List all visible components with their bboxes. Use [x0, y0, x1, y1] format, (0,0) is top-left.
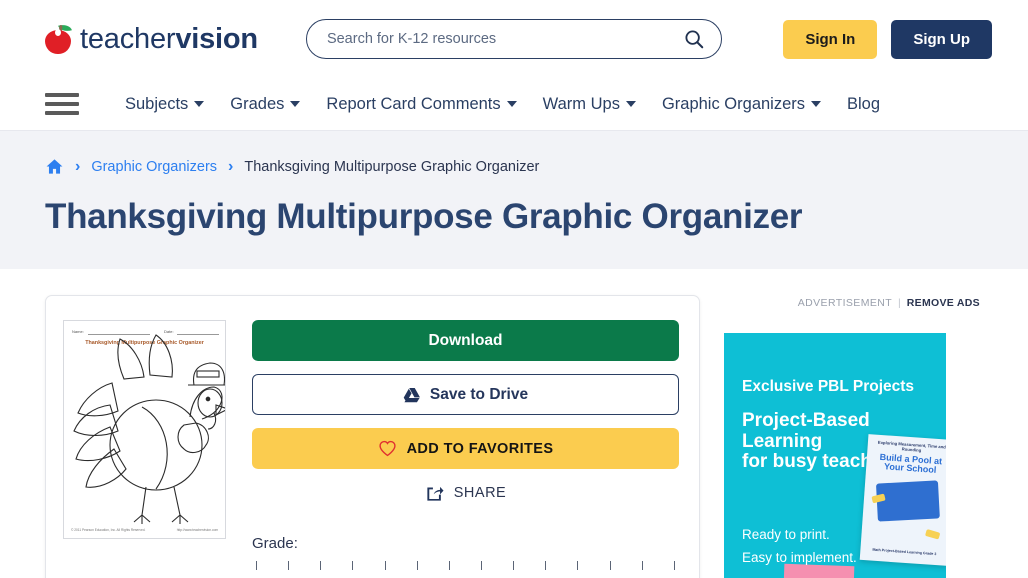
search-box[interactable] — [305, 19, 722, 59]
nav-item-warm-ups[interactable]: Warm Ups — [543, 95, 636, 114]
share-icon — [427, 486, 444, 501]
search-button[interactable] — [683, 28, 705, 50]
home-icon[interactable] — [45, 157, 64, 176]
worksheet-thumbnail[interactable]: Name: Date: Thanksgiving Multipurpose Gr… — [63, 320, 226, 539]
nav-item-report-card-comments[interactable]: Report Card Comments — [326, 94, 517, 114]
save-to-drive-label: Save to Drive — [429, 385, 529, 403]
thumbnail-footer-right: http://www.teachervision.com — [176, 528, 218, 532]
grade-label: Grade: — [252, 535, 298, 552]
nav-label: Blog — [847, 94, 881, 113]
resource-actions: Download Save to Drive ADD TO FAVORITES — [252, 320, 679, 570]
add-to-favorites-button[interactable]: ADD TO FAVORITES — [252, 428, 679, 469]
main-content: Name: Date: Thanksgiving Multipurpose Gr… — [0, 269, 1028, 578]
ad-subtext-line2: Easy to implement. — [742, 550, 857, 566]
ad-eyebrow: Exclusive PBL Projects — [742, 378, 915, 395]
breadcrumb-separator: › — [75, 157, 81, 175]
nav-label: Grades — [230, 94, 285, 113]
add-to-favorites-label: ADD TO FAVORITES — [406, 440, 554, 457]
logo-text-light: teacher — [80, 22, 176, 55]
breadcrumb-current: Thanksgiving Multipurpose Graphic Organi… — [244, 158, 540, 175]
ad-doc-footer: Math Project-Based Learning Grade 3 — [872, 548, 937, 557]
breadcrumb-band: › Graphic Organizers › Thanksgiving Mult… — [0, 130, 1028, 269]
grade-slider-ticks[interactable] — [252, 561, 679, 570]
apple-logo-icon — [45, 22, 72, 54]
nav-item-grades[interactable]: Grades — [230, 94, 301, 114]
breadcrumb: › Graphic Organizers › Thanksgiving Mult… — [45, 157, 983, 176]
hamburger-icon[interactable] — [45, 93, 79, 115]
ad-headline-line1: Project-Based — [742, 410, 870, 431]
remove-ads-link[interactable]: REMOVE ADS — [907, 297, 980, 309]
sign-in-button[interactable]: Sign In — [783, 19, 878, 59]
share-button[interactable]: SHARE — [252, 484, 679, 502]
nav-item-blog[interactable]: Blog — [847, 95, 880, 114]
ad-subtext: Ready to print. Easy to implement. — [742, 523, 857, 569]
site-logo[interactable]: teachervision — [45, 22, 258, 55]
ad-document-mockup: Exploring Measurement, Time and Rounding… — [859, 434, 946, 566]
advertisement-label: ADVERTISEMENT — [797, 297, 893, 309]
ad-subtext-line1: Ready to print. — [742, 527, 830, 542]
breadcrumb-link-graphic-organizers[interactable]: Graphic Organizers — [91, 159, 217, 175]
chevron-down-icon — [506, 101, 517, 107]
nav-label: Report Card Comments — [326, 94, 501, 113]
chevron-down-icon — [811, 101, 822, 107]
thumbnail-footer-left: © 2011 Pearson Education, Inc. All Right… — [71, 528, 146, 532]
share-label: SHARE — [453, 485, 507, 501]
nav-label: Graphic Organizers — [661, 94, 806, 113]
chevron-down-icon — [625, 101, 636, 107]
turkey-illustration — [73, 334, 225, 524]
chevron-down-icon — [194, 101, 205, 107]
site-header: teachervision Sign In Sign Up — [0, 0, 1028, 78]
auth-buttons: Sign In Sign Up — [783, 19, 992, 59]
grade-section: Grade: — [252, 535, 679, 570]
page-title: Thanksgiving Multipurpose Graphic Organi… — [45, 197, 803, 236]
google-drive-icon — [403, 387, 420, 402]
main-navigation: Subjects Grades Report Card Comments War… — [0, 78, 1028, 130]
logo-wordmark: teachervision — [80, 22, 258, 55]
chevron-down-icon — [290, 101, 301, 107]
sign-up-button[interactable]: Sign Up — [891, 19, 992, 59]
logo-text-bold: vision — [175, 22, 258, 55]
search-input[interactable] — [324, 30, 683, 48]
heart-icon — [378, 440, 396, 457]
save-to-drive-button[interactable]: Save to Drive — [252, 374, 679, 415]
resource-card: Name: Date: Thanksgiving Multipurpose Gr… — [45, 295, 700, 578]
nav-label: Subjects — [125, 94, 189, 113]
advertisement-divider: | — [898, 297, 901, 309]
nav-item-subjects[interactable]: Subjects — [125, 94, 205, 114]
download-button[interactable]: Download — [252, 320, 679, 361]
ad-doc-title: Build a Pool at Your School — [879, 451, 943, 476]
advertisement-header: ADVERTISEMENT | REMOVE ADS — [724, 297, 992, 309]
nav-item-graphic-organizers[interactable]: Graphic Organizers — [661, 94, 822, 114]
nav-label: Warm Ups — [542, 94, 620, 113]
advertisement-rail: ADVERTISEMENT | REMOVE ADS Exclusive PBL… — [724, 295, 992, 578]
search-icon — [685, 30, 704, 49]
advertisement-creative[interactable]: Exclusive PBL Projects Project-Based Lea… — [724, 333, 946, 578]
breadcrumb-separator: › — [228, 157, 234, 175]
